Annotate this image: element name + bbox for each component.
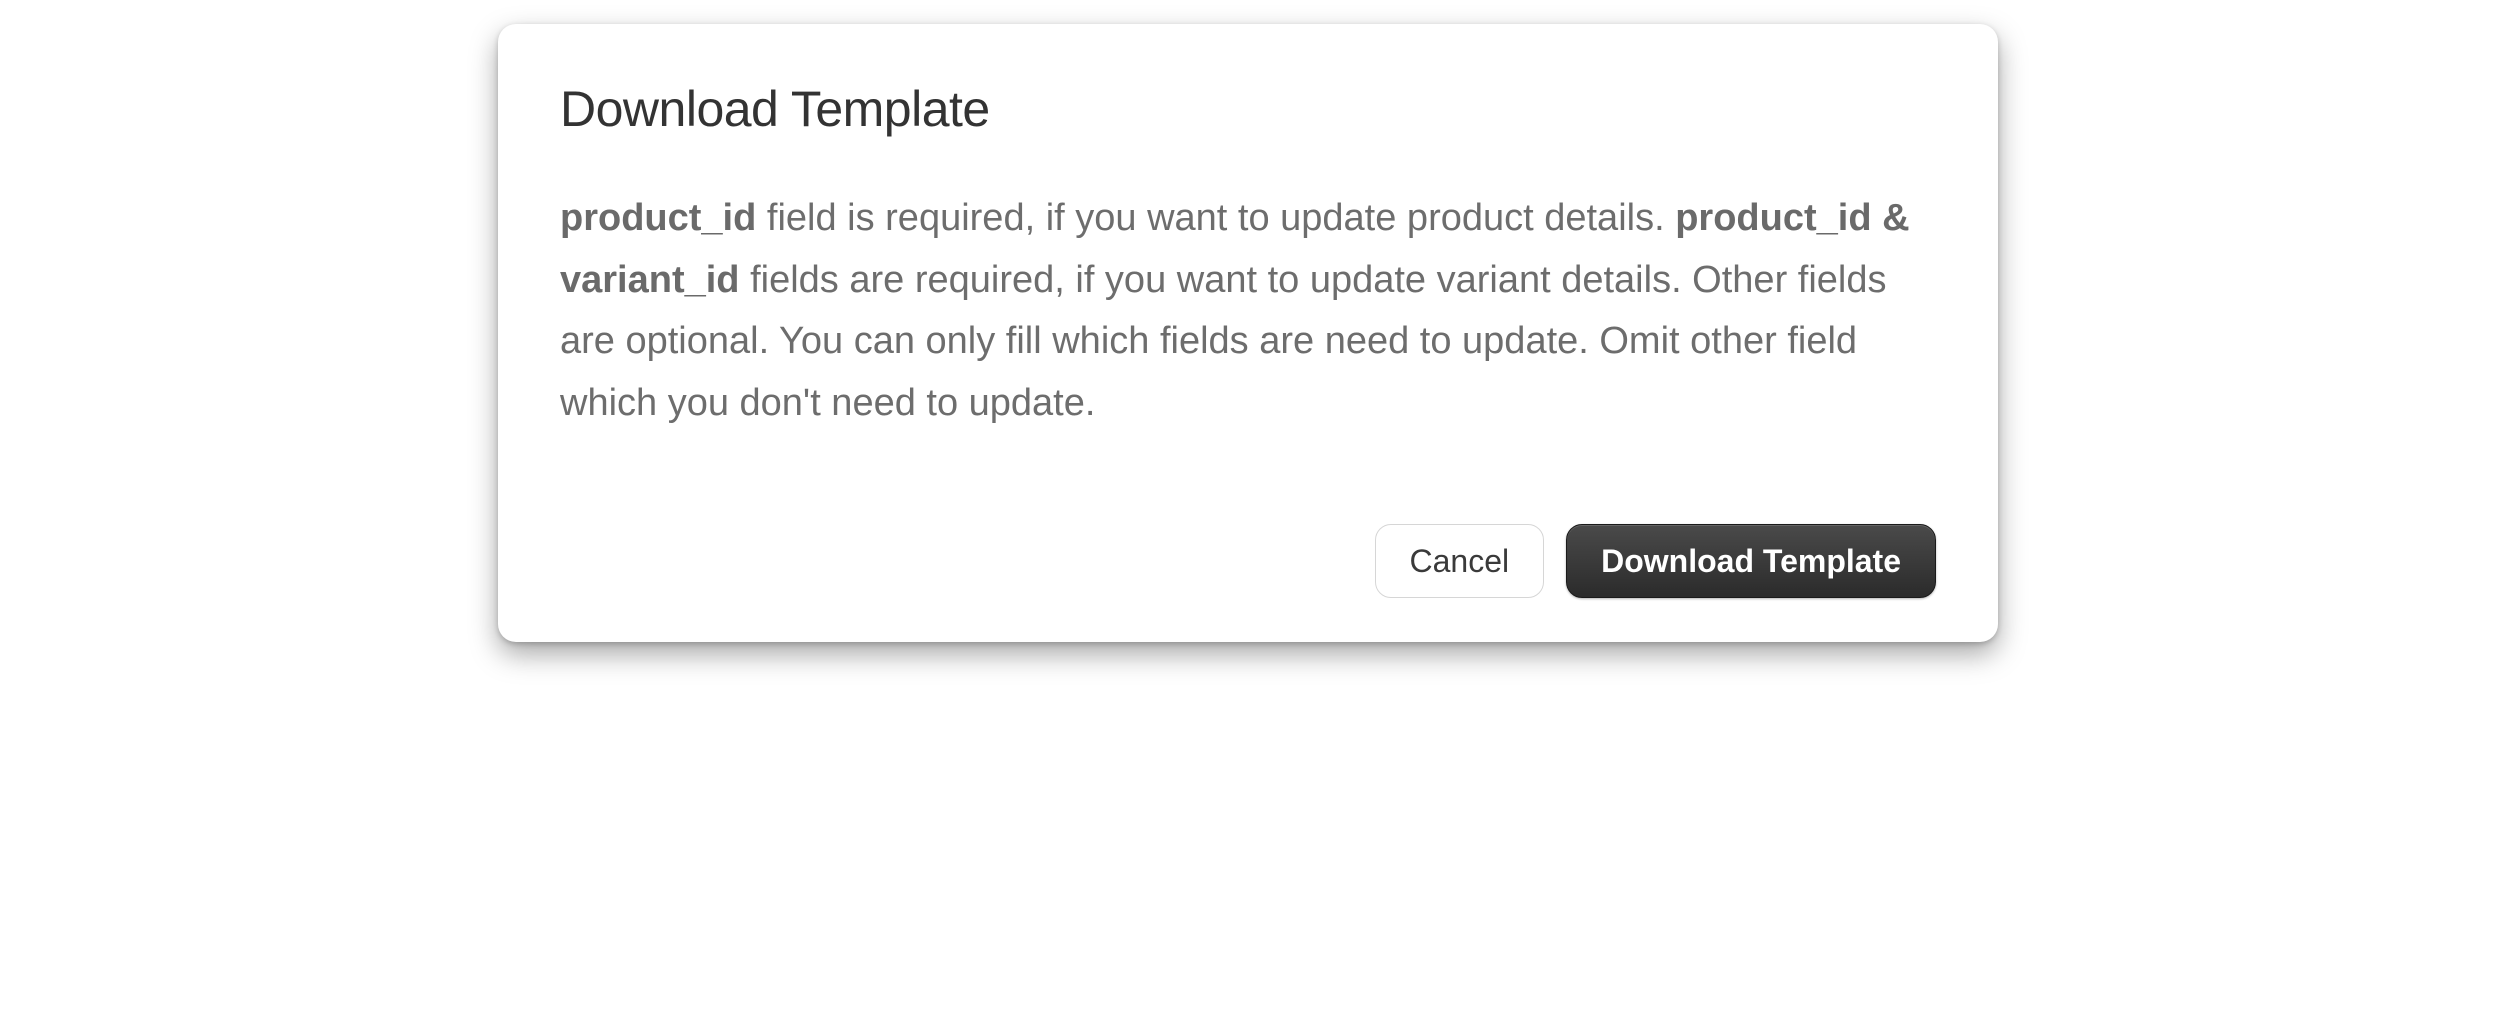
cancel-button[interactable]: Cancel — [1375, 524, 1545, 598]
dialog-description: product_id field is required, if you wan… — [560, 188, 1936, 434]
download-template-dialog: Download Template product_id field is re… — [498, 24, 1998, 642]
description-text-2: fields are required, if you want to upda… — [560, 259, 1887, 424]
field-name-product-id: product_id — [560, 197, 756, 239]
download-template-button[interactable]: Download Template — [1566, 524, 1936, 598]
dialog-footer: Cancel Download Template — [560, 524, 1936, 598]
dialog-title: Download Template — [560, 80, 1936, 138]
description-text-1: field is required, if you want to update… — [756, 197, 1675, 239]
